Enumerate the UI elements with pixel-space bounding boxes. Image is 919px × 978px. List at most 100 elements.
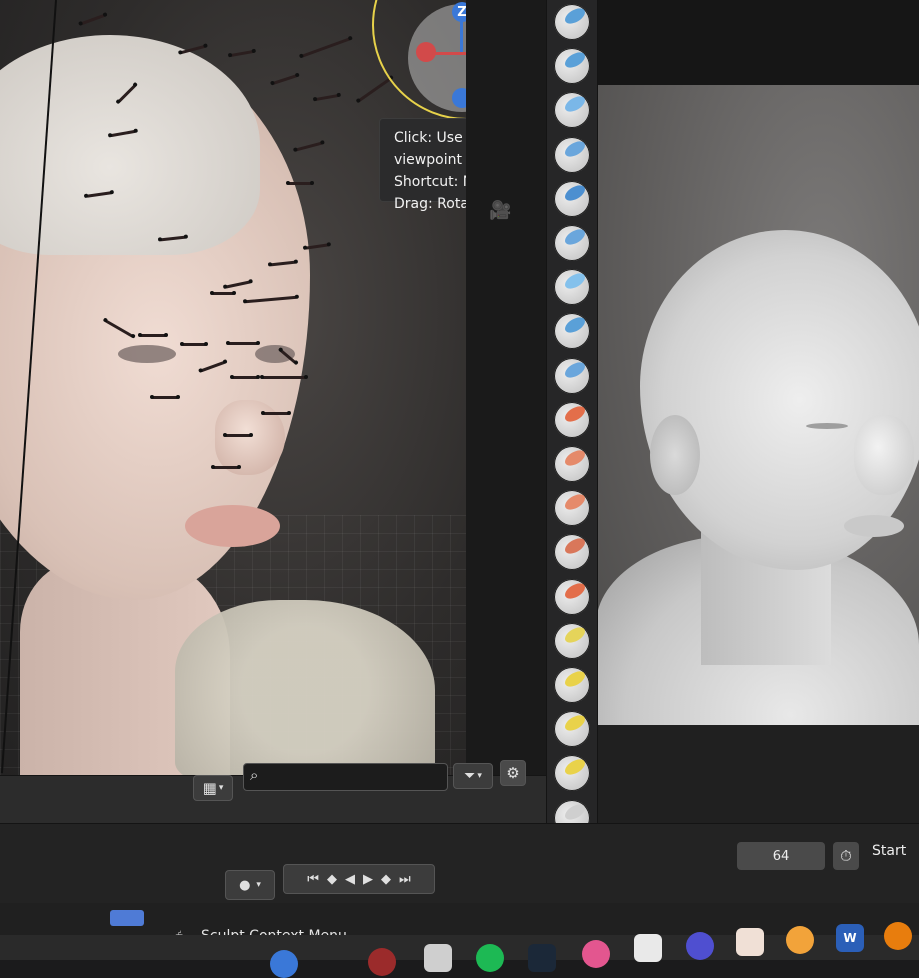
settings-button[interactable]: ⚙ — [500, 760, 526, 786]
stopwatch-icon[interactable]: ⏱ — [833, 842, 859, 870]
word-icon[interactable]: W — [836, 924, 864, 952]
draw-brush-icon[interactable] — [554, 4, 590, 40]
taskbar-app-icon[interactable] — [786, 926, 814, 954]
filter-button[interactable]: ⏷ ▾ — [453, 763, 493, 789]
pinch-brush-icon[interactable] — [554, 622, 590, 659]
brush-mark — [562, 491, 588, 513]
right-viewport[interactable] — [596, 85, 919, 725]
hair-guide — [357, 76, 393, 103]
brush-mark — [562, 447, 588, 469]
search-icon: ⌕ — [250, 766, 259, 784]
brush-mark — [562, 624, 588, 646]
record-icon: ● — [239, 877, 251, 893]
workspace-indicator — [110, 910, 144, 926]
bust-nose — [854, 415, 914, 495]
taskbar-app-icon[interactable] — [736, 928, 764, 956]
clay-strips-brush-icon[interactable] — [554, 136, 590, 173]
taskbar-app-icon[interactable] — [424, 944, 452, 972]
keying-button[interactable]: ● ▾ — [225, 870, 275, 900]
right-header — [596, 0, 919, 85]
taskbar-app-icon[interactable] — [270, 950, 298, 978]
hair-guide — [314, 93, 340, 102]
z-axis-line — [460, 20, 463, 54]
next-keyframe-icon[interactable]: ◆ — [381, 872, 391, 887]
brush-mark — [562, 403, 588, 425]
brush-mark — [562, 668, 588, 690]
brush-mark — [562, 49, 588, 71]
grid-view-icon: ▦ — [202, 779, 217, 797]
hair-guide — [272, 74, 298, 85]
spotify-icon[interactable] — [476, 944, 504, 972]
chevron-down-icon: ▾ — [218, 783, 224, 793]
taskbar-app-icon[interactable] — [634, 934, 662, 962]
taskbar-app-icon[interactable] — [368, 948, 396, 976]
hair-guide — [138, 333, 168, 337]
funnel-icon: ⏷ — [464, 768, 476, 784]
camera-icon[interactable]: 🎥 — [489, 200, 511, 221]
crease-brush-icon[interactable] — [554, 357, 590, 394]
brush-mark — [562, 712, 588, 734]
multiplane-scrape-brush-icon[interactable] — [554, 578, 590, 615]
layer-brush-icon[interactable] — [554, 225, 590, 261]
brush-mark — [562, 579, 588, 602]
clay-thumb-brush-icon[interactable] — [554, 180, 590, 217]
search-input[interactable]: ⌕ — [243, 763, 448, 791]
current-frame-field[interactable]: 64 — [737, 842, 825, 870]
hair-guide — [229, 49, 255, 58]
prev-keyframe-icon[interactable]: ◆ — [327, 872, 337, 887]
sculpt-brush-toolbar[interactable] — [546, 0, 598, 850]
clay-brush-icon[interactable] — [554, 92, 590, 129]
start-frame-label[interactable]: Start — [872, 843, 906, 859]
brush-mark — [562, 535, 588, 558]
flatten-brush-icon[interactable] — [554, 446, 590, 482]
hair-guide — [211, 465, 241, 469]
play-reverse-icon[interactable]: ◀ — [345, 872, 355, 887]
hair-guide — [301, 37, 351, 58]
steam-icon[interactable] — [528, 944, 556, 972]
brush-mark — [562, 226, 588, 248]
chevron-down-icon: ▾ — [477, 771, 482, 781]
playback-controls[interactable]: ⏮ ◆ ◀ ▶ ◆ ⏭ — [283, 864, 435, 894]
bust-ear — [650, 415, 700, 495]
brush-mark — [562, 5, 588, 27]
jump-start-icon[interactable]: ⏮ — [307, 872, 319, 887]
jump-end-icon[interactable]: ⏭ — [399, 872, 411, 887]
brush-mark — [562, 270, 588, 292]
hair-guide — [261, 411, 291, 415]
hair-guide — [223, 433, 253, 437]
viewport-divider — [466, 0, 546, 850]
smooth-brush-icon[interactable] — [554, 401, 590, 438]
hair-guide — [226, 341, 260, 345]
hair-guide — [150, 395, 180, 399]
hair-guide — [304, 243, 330, 250]
bust-eye — [806, 423, 848, 429]
draw-sharp-brush-icon[interactable] — [554, 48, 590, 85]
hair-guide — [286, 181, 314, 185]
bust-lips — [844, 515, 904, 537]
fill-brush-icon[interactable] — [554, 490, 590, 527]
hair-guide — [210, 291, 236, 295]
os-taskbar — [0, 935, 919, 960]
view-mode-button[interactable]: ▦ ▾ — [193, 775, 233, 801]
model-lips — [185, 505, 280, 547]
gear-icon: ⚙ — [506, 764, 520, 782]
brush-mark — [562, 756, 588, 779]
grab-brush-icon[interactable] — [554, 667, 590, 703]
elastic-deform-brush-icon[interactable] — [554, 711, 590, 748]
left-viewport[interactable] — [0, 0, 466, 775]
play-icon[interactable]: ▶ — [363, 872, 373, 887]
model-eye-left — [118, 345, 176, 363]
model-sweater — [175, 600, 435, 775]
blob-brush-icon[interactable] — [554, 313, 590, 350]
hair-guide — [230, 375, 260, 379]
taskbar-app-icon[interactable] — [686, 932, 714, 960]
blender-icon[interactable] — [884, 922, 912, 950]
inflate-brush-icon[interactable] — [554, 269, 590, 306]
taskbar-app-icon[interactable] — [582, 940, 610, 968]
snake-hook-brush-icon[interactable] — [554, 755, 590, 792]
hair-guide — [295, 141, 323, 152]
brush-mark — [562, 137, 588, 160]
chevron-down-icon: ▾ — [256, 880, 261, 890]
scrape-brush-icon[interactable] — [554, 534, 590, 571]
hair-guide — [180, 342, 208, 346]
